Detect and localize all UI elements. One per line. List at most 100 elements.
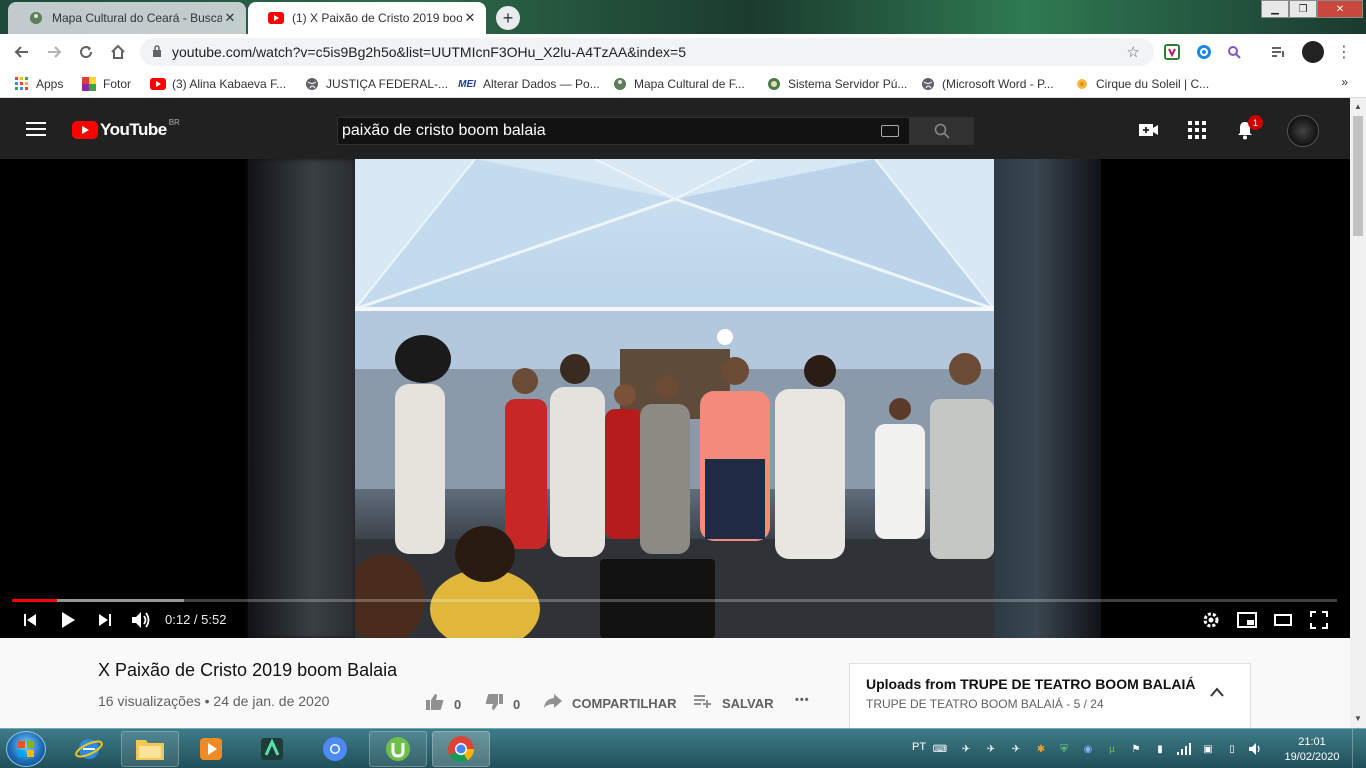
search-button[interactable]	[910, 117, 974, 145]
keyboard-icon[interactable]	[881, 125, 899, 137]
network-monitor-icon[interactable]: ▣	[1200, 741, 1216, 757]
more-bookmarks-button[interactable]: »	[1341, 75, 1348, 89]
back-arrow-icon[interactable]	[10, 40, 34, 64]
share-button[interactable]: COMPARTILHAR	[544, 694, 676, 713]
apps-grid-icon[interactable]	[1187, 120, 1207, 140]
theater-mode-icon[interactable]	[1272, 610, 1294, 630]
chrome-menu-icon[interactable]: ⋮	[1334, 42, 1354, 62]
dislike-button[interactable]: 0	[485, 694, 520, 715]
lock-icon[interactable]	[152, 44, 162, 60]
bookmark-alina-kabaeva[interactable]: (3) Alina Kabaeva F...	[150, 76, 286, 92]
youtube-favicon-icon	[150, 76, 166, 92]
app-tray-icon[interactable]: ✱	[1033, 741, 1049, 757]
signal-bars-icon[interactable]	[1176, 741, 1192, 757]
address-bar[interactable]: youtube.com/watch?v=c5is9Bg2h5o&list=UUT…	[140, 38, 1154, 66]
youtube-play-logo-icon	[72, 121, 98, 139]
system-clock[interactable]: 21:01 19/02/2020	[1282, 735, 1342, 765]
media-queue-icon[interactable]	[1268, 42, 1288, 62]
bookmark-label: Fotor	[103, 77, 132, 91]
extension-shield-icon[interactable]	[1162, 42, 1182, 62]
video-progress-bar[interactable]	[12, 599, 1337, 602]
bookmark-microsoft-word[interactable]: (Microsoft Word - P...	[920, 76, 1054, 92]
search-input[interactable]: paixão de cristo boom balaia	[337, 117, 910, 145]
globe-icon	[304, 76, 320, 92]
youtube-favicon-icon	[268, 10, 284, 26]
start-button[interactable]	[6, 731, 46, 767]
input-language[interactable]: PT	[912, 741, 926, 753]
extension-magnifier-icon[interactable]	[1224, 42, 1244, 62]
bookmark-sistema-servidor[interactable]: Sistema Servidor Pú...	[766, 76, 907, 92]
bookmark-alterar-dados[interactable]: MEI Alterar Dados — Po...	[457, 76, 600, 92]
fullscreen-icon[interactable]	[1308, 610, 1330, 630]
video-scene	[355, 159, 994, 638]
close-window-button[interactable]: ✕	[1317, 0, 1363, 18]
tab-mapa-cultural[interactable]: Mapa Cultural do Ceará - Busca ✕	[8, 2, 246, 34]
new-tab-button[interactable]: +	[496, 6, 520, 30]
scroll-thumb[interactable]	[1353, 116, 1363, 236]
create-video-icon[interactable]	[1139, 120, 1159, 140]
device-tray-icon[interactable]: ▮	[1152, 741, 1168, 757]
mapa-cultural-favicon-icon	[612, 76, 628, 92]
media-player-icon[interactable]	[182, 731, 240, 767]
chrome-tray-icon[interactable]: ◉	[1080, 741, 1096, 757]
like-button[interactable]: 0	[426, 694, 461, 715]
next-video-icon[interactable]	[95, 610, 115, 630]
action-center-flag-icon[interactable]: ⚑	[1128, 741, 1144, 757]
hamburger-menu-icon[interactable]	[26, 122, 46, 136]
volume-icon[interactable]	[130, 610, 152, 630]
reload-icon[interactable]	[74, 40, 98, 64]
cirque-du-soleil-icon	[1074, 76, 1090, 92]
file-explorer-icon[interactable]	[121, 731, 179, 767]
chevron-up-icon[interactable]	[1210, 684, 1224, 700]
bookmark-fotor[interactable]: Fotor	[81, 76, 131, 92]
app-tray-icon[interactable]: ✈	[983, 741, 999, 757]
bookmark-star-icon[interactable]: ☆	[1127, 43, 1140, 61]
power-tray-icon[interactable]: ▯	[1224, 741, 1240, 757]
speaker-volume-icon[interactable]	[1248, 741, 1264, 757]
profile-avatar-icon[interactable]	[1302, 41, 1324, 63]
tab-youtube-video[interactable]: (1) X Paixão de Cristo 2019 boom ✕	[248, 2, 486, 34]
network-tray-icon[interactable]: ✈	[958, 741, 974, 757]
bookmark-justica-federal[interactable]: JUSTIÇA FEDERAL-...	[304, 76, 448, 92]
youtube-logo[interactable]: YouTube BR	[72, 118, 180, 140]
dislike-count: 0	[513, 697, 521, 712]
share-arrow-icon	[544, 694, 562, 713]
home-icon[interactable]	[106, 40, 130, 64]
chrome-icon[interactable]	[432, 731, 490, 767]
video-blur-right	[994, 159, 1101, 638]
chromium-icon[interactable]	[306, 731, 364, 767]
avatar[interactable]	[1287, 115, 1319, 147]
utorrent-tray-icon[interactable]: µ	[1104, 741, 1120, 757]
miniplayer-icon[interactable]	[1236, 610, 1258, 630]
scroll-down-icon[interactable]: ▼	[1354, 714, 1362, 723]
tab-title: Mapa Cultural do Ceará - Busca	[52, 11, 222, 25]
minimize-window-button[interactable]: ▁	[1261, 0, 1289, 18]
keyboard-tray-icon[interactable]: ⌨	[932, 741, 948, 757]
security-tray-icon[interactable]: ⛨	[1056, 741, 1072, 757]
previous-video-icon[interactable]	[20, 610, 40, 630]
url-text: youtube.com/watch?v=c5is9Bg2h5o&list=UUT…	[172, 44, 686, 60]
app-tray-icon[interactable]: ✈	[1008, 741, 1024, 757]
settings-gear-icon[interactable]	[1201, 610, 1221, 630]
save-button[interactable]: SALVAR	[694, 694, 774, 713]
page-scrollbar[interactable]: ▲ ▼	[1350, 98, 1366, 728]
forward-arrow-icon[interactable]	[42, 40, 66, 64]
close-tab-icon[interactable]: ✕	[222, 10, 238, 26]
extension-search-icon[interactable]	[1194, 42, 1214, 62]
scroll-up-icon[interactable]: ▲	[1354, 102, 1362, 111]
app-green-icon[interactable]	[243, 731, 301, 767]
video-player[interactable]: 0:12 / 5:52	[0, 159, 1350, 638]
internet-explorer-icon[interactable]	[60, 731, 118, 767]
maximize-window-button[interactable]: ❐	[1289, 0, 1317, 18]
save-label: SALVAR	[722, 696, 774, 711]
more-actions-button[interactable]: •••	[795, 694, 810, 706]
close-tab-icon[interactable]: ✕	[462, 10, 478, 26]
play-icon[interactable]	[58, 610, 78, 630]
bookmark-apps[interactable]: Apps	[14, 76, 63, 92]
utorrent-icon[interactable]	[369, 731, 427, 767]
show-desktop-button[interactable]	[1352, 729, 1366, 768]
playlist-title[interactable]: Uploads from TRUPE DE TEATRO BOOM BALAIÁ	[866, 676, 1196, 692]
bookmark-cirque-du-soleil[interactable]: Cirque du Soleil | C...	[1074, 76, 1209, 92]
bookmark-mapa-cultural[interactable]: Mapa Cultural de F...	[612, 76, 745, 92]
playlist-panel[interactable]: Uploads from TRUPE DE TEATRO BOOM BALAIÁ…	[849, 663, 1251, 733]
